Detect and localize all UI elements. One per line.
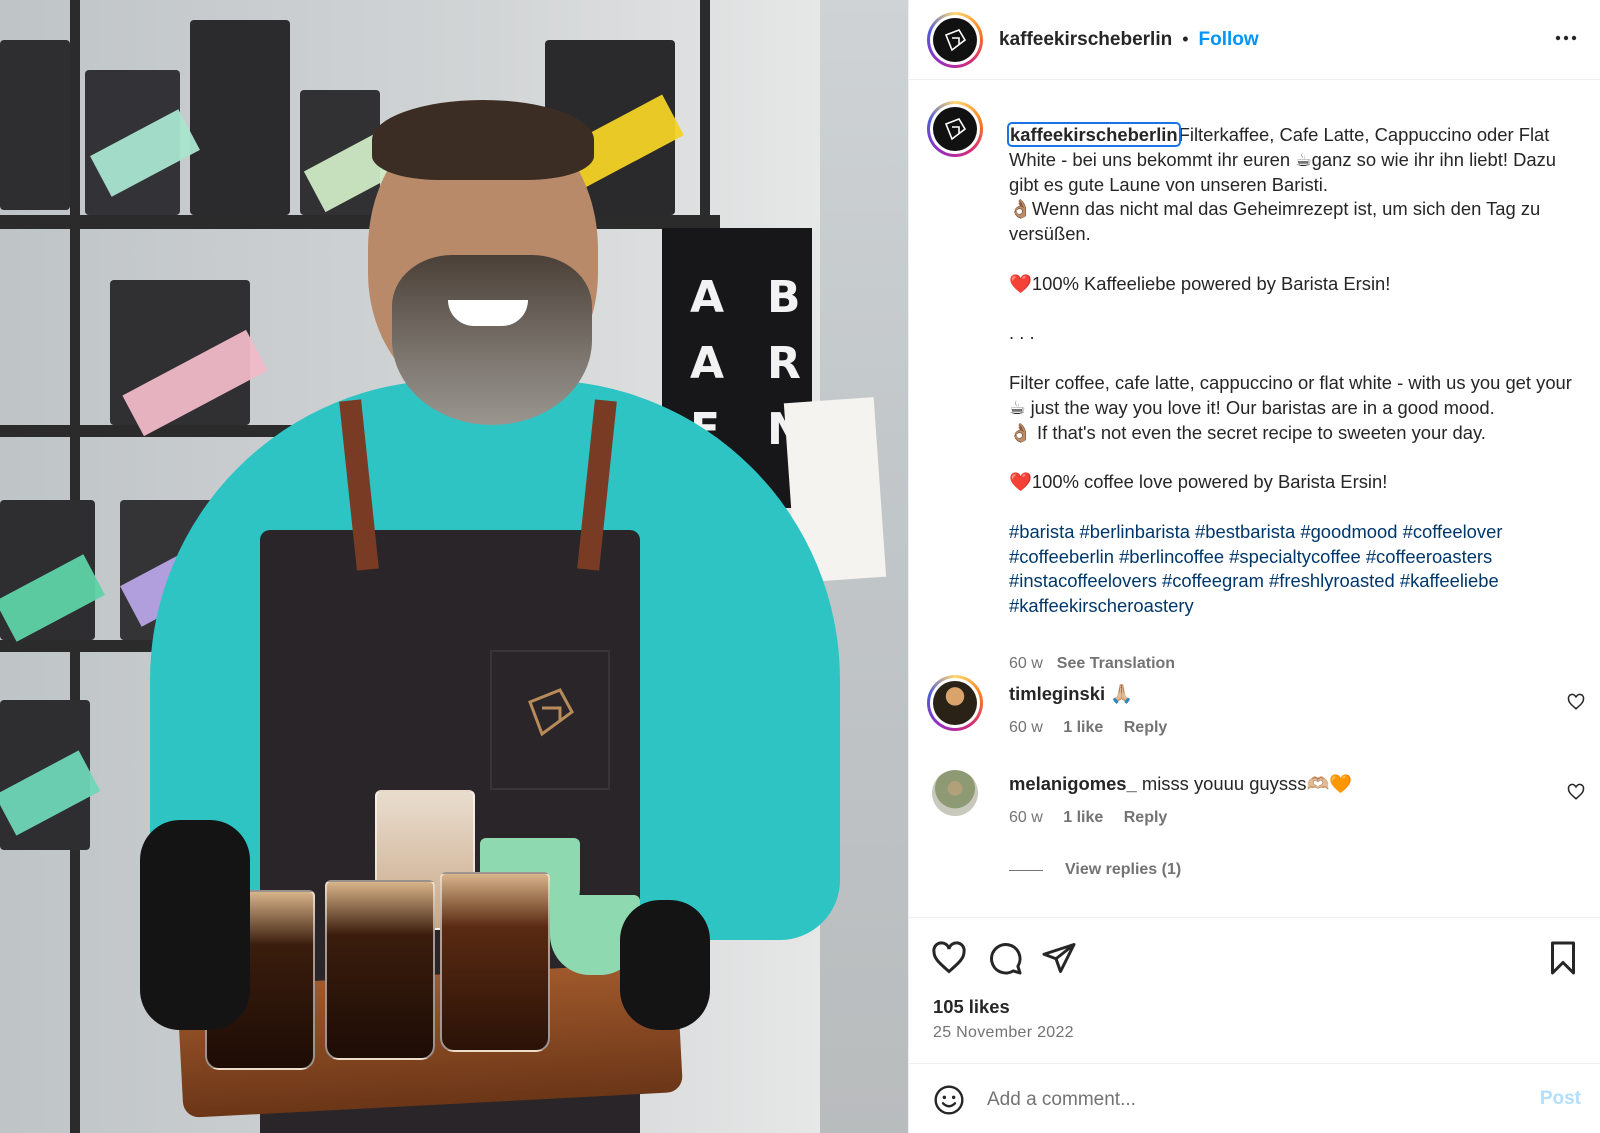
post-photo: A A E B R N [0,0,908,1133]
replies-divider-line [1009,869,1043,871]
comment-meta: 60 w 1 like Reply [1009,719,1183,737]
comments-section[interactable]: kaffeekirscheberlinFilterkaffee, Cafe La… [909,81,1600,917]
caption-username[interactable]: kaffeekirscheberlin [1007,122,1181,147]
comment-bubble-icon[interactable] [987,940,1023,976]
brand-logo-icon [944,28,967,51]
post-date: 25 November 2022 [933,1024,1074,1041]
commenter-avatar[interactable] [927,675,983,731]
post-panel: kaffeekirscheberlin • Follow kaffeekirsc… [908,0,1600,1133]
comment-text: melanigomes_ misss youuu guysss🫶🏼🧡 [1009,773,1529,795]
save-bookmark-icon[interactable] [1545,940,1581,976]
view-replies-label: View replies (1) [1065,861,1182,878]
emoji-picker-icon[interactable] [933,1084,965,1116]
add-comment-input[interactable] [987,1084,1507,1116]
coffee-bag [0,40,70,210]
filter-coffee-glass [325,880,435,1060]
filter-coffee-glass [440,872,550,1052]
action-bar: 105 likes 25 November 2022 [909,917,1600,1063]
tote-letter: R [767,338,801,389]
comment-body: 🙏🏼 [1110,683,1134,704]
tote-letter: A [690,338,725,389]
post-comment-button[interactable]: Post [1540,1088,1581,1110]
see-translation-link[interactable]: See Translation [1057,655,1175,672]
caption-hashtags[interactable]: #barista #berlinbarista #bestbarista #go… [1009,521,1508,616]
caption-avatar[interactable] [927,101,983,157]
author-username[interactable]: kaffeekirscheberlin [999,29,1172,51]
like-comment-heart-icon[interactable] [1567,693,1585,711]
add-comment-bar: Post [909,1063,1600,1133]
barista-beard [392,255,592,425]
view-replies-button[interactable]: View replies (1) [1009,861,1181,879]
commenter-avatar[interactable] [927,765,983,821]
likes-count[interactable]: 105 likes [933,996,1010,1018]
barista-glove-left [140,820,250,1030]
caption-text: kaffeekirscheberlinFilterkaffee, Cafe La… [1007,122,1579,619]
caption-meta: 60 w See Translation [1009,655,1175,673]
comment-likes[interactable]: 1 like [1063,719,1103,736]
apron-pocket [490,650,610,790]
shelf-bar [0,215,720,229]
comment-age: 60 w [1009,719,1043,736]
caption-age: 60 w [1009,655,1043,672]
comment-body: misss youuu guysss🫶🏼🧡 [1141,773,1353,794]
caption-body: Filterkaffee, Cafe Latte, Cappuccino ode… [1009,124,1572,493]
barista-glove-right [620,900,710,1030]
comment-likes[interactable]: 1 like [1063,809,1103,826]
more-options-icon[interactable] [1554,26,1578,57]
brand-logo-icon [528,688,574,737]
reply-button[interactable]: Reply [1124,809,1168,826]
commenter-username[interactable]: melanigomes_ [1009,773,1137,794]
commenter-username[interactable]: timleginski [1009,683,1105,704]
barista-hair [372,100,594,180]
separator-dot: • [1182,29,1189,49]
post-header: kaffeekirscheberlin • Follow [909,0,1600,80]
comment-text: timleginski 🙏🏼 [1009,683,1529,705]
follow-button[interactable]: Follow [1199,29,1259,51]
brand-logo-icon [944,118,967,141]
comment-age: 60 w [1009,809,1043,826]
like-comment-heart-icon[interactable] [1567,783,1585,801]
tote-letter: B [767,272,801,323]
like-heart-icon[interactable] [931,940,967,976]
shelf-post [700,0,710,230]
author-avatar[interactable] [927,11,983,68]
comment-meta: 60 w 1 like Reply [1009,809,1183,827]
tote-letter: A [690,272,725,323]
coffee-bag [190,20,290,215]
share-paper-plane-icon[interactable] [1041,940,1077,976]
reply-button[interactable]: Reply [1124,719,1168,736]
